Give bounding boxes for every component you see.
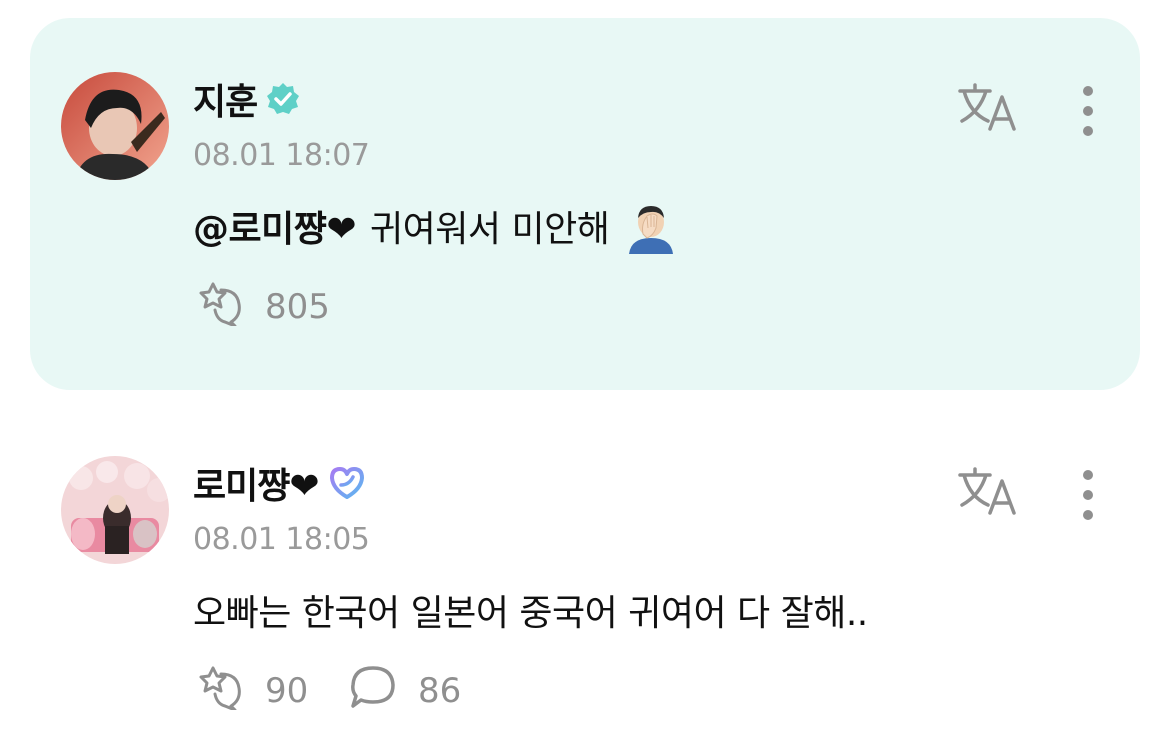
comment-thread: 지훈 08.01 18:07 @로미쨩❤ 귀여워서 미안해 805 로미쨩❤ 0…: [0, 0, 1170, 743]
membership-badge-icon: [327, 463, 367, 503]
comment-like-count: 90: [265, 671, 309, 711]
artist-avatar[interactable]: [61, 72, 169, 180]
fan-avatar[interactable]: [61, 456, 169, 564]
fan-name[interactable]: 로미쨩❤: [193, 457, 320, 509]
comment-reply-count: 86: [418, 671, 462, 711]
reply-like-stat: 805: [193, 282, 330, 332]
reply-timestamp: 08.01 18:07: [193, 138, 370, 173]
cheer-icon[interactable]: [193, 280, 245, 335]
artist-name-row: 지훈: [193, 74, 301, 124]
comment-timestamp: 08.01 18:05: [193, 522, 370, 557]
more-vertical-icon: [1083, 470, 1093, 520]
translate-icon: [958, 83, 1016, 131]
reply-more-button[interactable]: [1068, 84, 1108, 138]
comment-bubble-icon[interactable]: [348, 664, 398, 719]
more-vertical-icon: [1083, 86, 1093, 136]
comment-translate-button[interactable]: [954, 466, 1020, 518]
facepalm-emoji-icon: [623, 198, 679, 254]
reply-translate-button[interactable]: [954, 82, 1020, 134]
verified-badge-icon: [265, 81, 301, 117]
comment-text: 오빠는 한국어 일본어 중국어 귀여어 다 잘해..: [193, 593, 868, 634]
reply-text: 귀여워서 미안해: [370, 209, 610, 250]
comment-reply-stat: 86: [348, 664, 462, 719]
comment-like-stat: 90: [193, 666, 308, 716]
fan-name-row: 로미쨩❤: [193, 458, 367, 508]
comment-more-button[interactable]: [1068, 468, 1108, 522]
comment-body: 오빠는 한국어 일본어 중국어 귀여어 다 잘해..: [193, 585, 868, 635]
reply-body: @로미쨩❤ 귀여워서 미안해: [193, 198, 679, 254]
cheer-icon[interactable]: [193, 664, 245, 719]
reply-mention[interactable]: @로미쨩❤: [193, 200, 357, 252]
translate-icon: [958, 467, 1016, 515]
artist-name[interactable]: 지훈: [193, 73, 258, 125]
reply-like-count: 805: [265, 287, 330, 327]
